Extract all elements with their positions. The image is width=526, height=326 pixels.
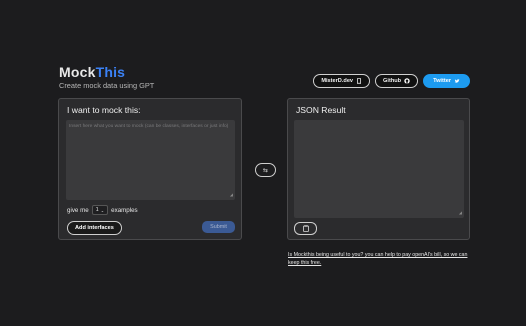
submit-button[interactable]: Submit <box>202 221 235 233</box>
github-icon <box>404 78 410 84</box>
donation-link[interactable]: Is Mockthis being useful to you? you can… <box>288 251 478 267</box>
app-title-accent: This <box>95 64 126 80</box>
app-subtitle: Create mock data using GPT <box>59 81 155 90</box>
twitter-link-button[interactable]: Twitter <box>423 74 470 88</box>
app-title-main: Mock <box>59 64 96 80</box>
examples-count-value: 1 <box>95 207 99 213</box>
examples-label: examples <box>111 206 138 214</box>
mock-input-heading: I want to mock this: <box>67 105 141 115</box>
chevron-down-icon: ⌄ <box>100 207 105 213</box>
json-result-heading: JSON Result <box>296 105 346 115</box>
clipboard-icon <box>302 225 309 232</box>
examples-row: give me 1 ⌄ examples <box>67 205 138 215</box>
resize-handle-icon[interactable]: ◢ <box>230 192 233 198</box>
github-label: Github <box>383 78 402 84</box>
json-result-textarea[interactable]: ◢ <box>294 120 464 218</box>
mock-input-textarea[interactable]: Insert here what you want to mock (can b… <box>66 120 235 200</box>
give-me-label: give me <box>67 206 89 214</box>
swap-icon: ⇆ <box>262 167 269 174</box>
add-interfaces-button[interactable]: Add interfaces <box>67 221 122 235</box>
mock-input-panel: I want to mock this: Insert here what yo… <box>58 98 242 240</box>
resize-handle-icon[interactable]: ◢ <box>459 210 462 216</box>
mobile-icon <box>357 78 361 84</box>
examples-count-select[interactable]: 1 ⌄ <box>91 205 109 215</box>
json-result-panel: JSON Result ◢ <box>287 98 470 240</box>
misterd-label: MisterD.dev <box>321 78 354 84</box>
copy-button[interactable] <box>294 222 317 235</box>
brand: MockThis Create mock data using GPT <box>59 64 154 90</box>
misterd-link-button[interactable]: MisterD.dev <box>313 74 371 88</box>
mock-input-placeholder: Insert here what you want to mock (can b… <box>69 124 229 129</box>
swap-button[interactable]: ⇆ <box>255 163 276 177</box>
twitter-bird-icon <box>454 79 460 83</box>
top-nav: MisterD.dev Github Twitter <box>313 74 470 88</box>
github-link-button[interactable]: Github <box>375 74 419 88</box>
twitter-label: Twitter <box>433 78 451 84</box>
app-title: MockThis <box>59 64 154 80</box>
